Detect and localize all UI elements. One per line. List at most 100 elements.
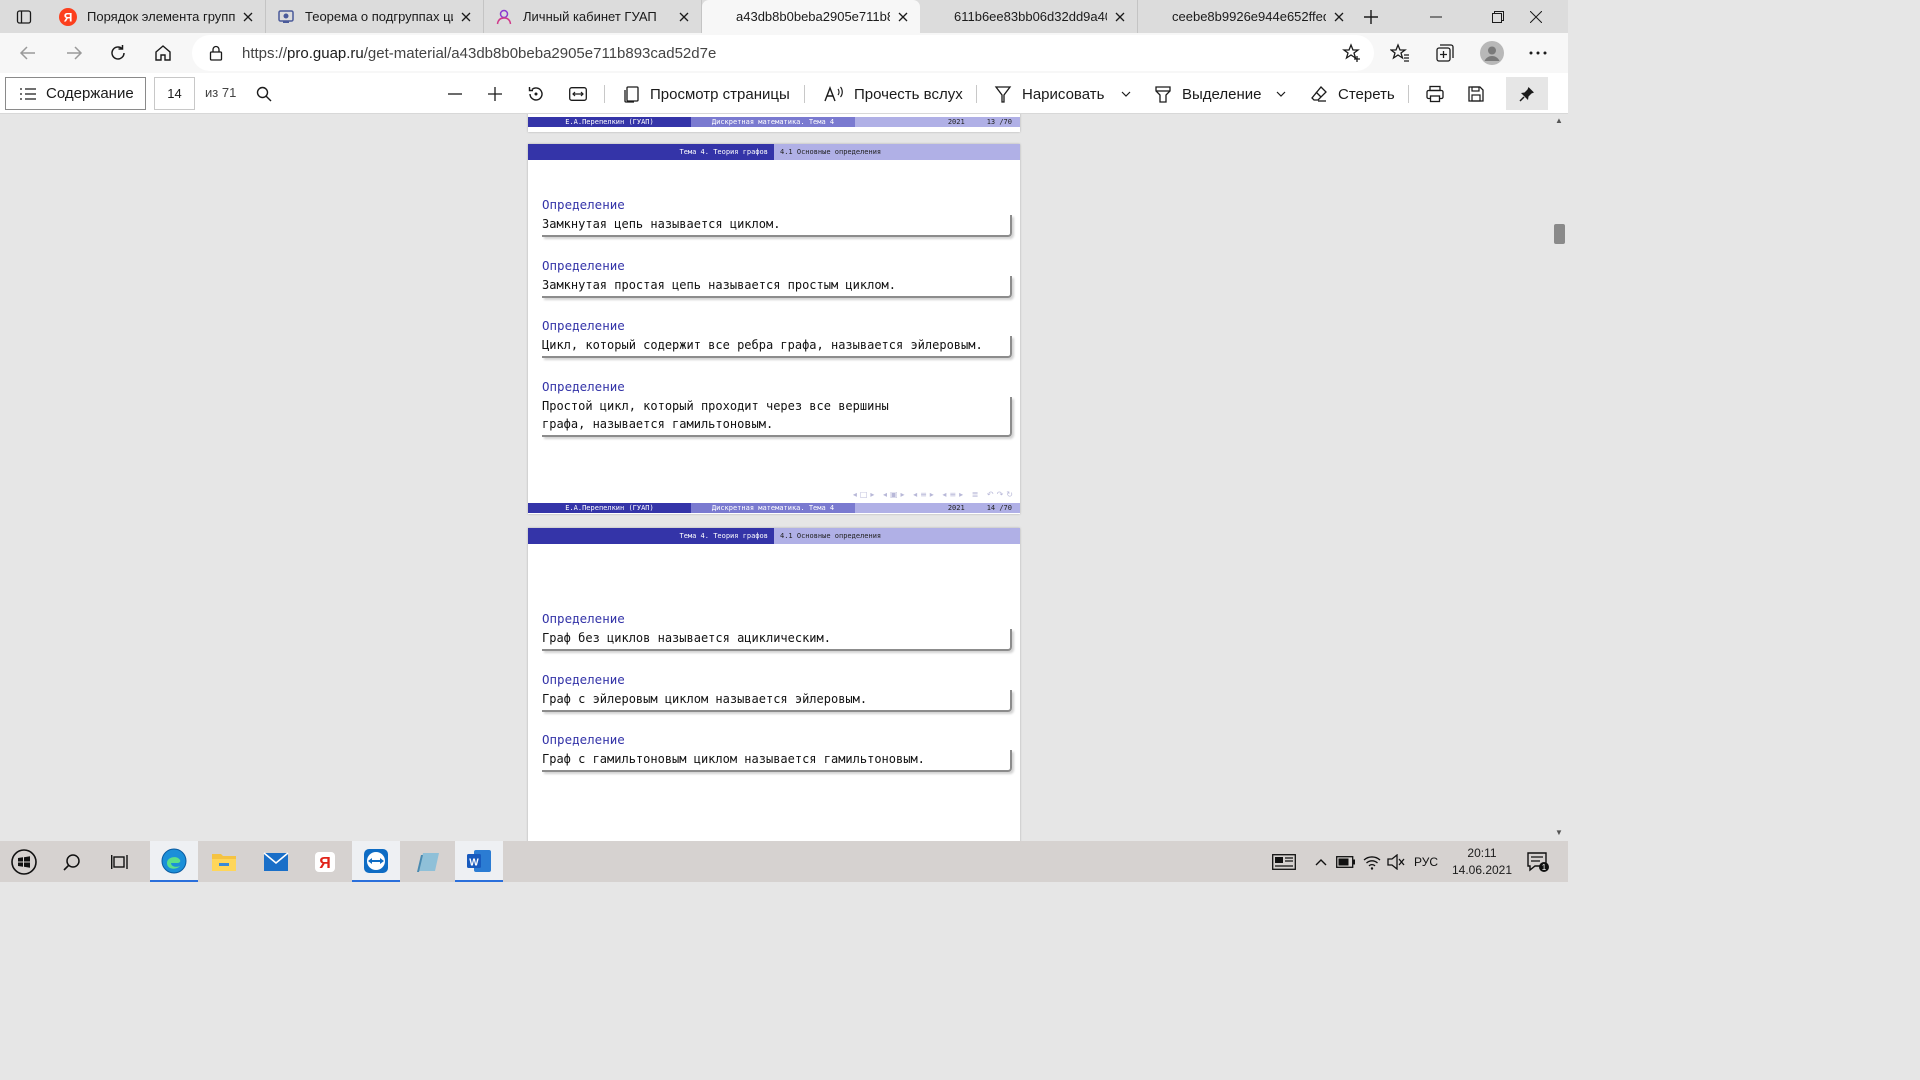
print-button[interactable] — [1421, 80, 1449, 108]
toolbar-divider — [804, 85, 805, 103]
definition-title: Определение — [542, 197, 625, 212]
favorites-button[interactable] — [1384, 37, 1416, 69]
scroll-down-arrow-icon[interactable]: ▼ — [1554, 828, 1564, 838]
taskbar-edge[interactable] — [150, 841, 198, 882]
pdf-viewer[interactable]: Е.А.Перепелкин (ГУАП) Дискретная математ… — [0, 114, 1568, 841]
definition-title: Определение — [542, 258, 625, 273]
zoom-out-button[interactable] — [441, 80, 469, 108]
svg-text:Я: Я — [64, 10, 73, 24]
save-button[interactable] — [1462, 80, 1490, 108]
fit-page-button[interactable] — [564, 80, 592, 108]
read-aloud-icon — [824, 86, 843, 102]
close-tab-icon[interactable] — [453, 4, 479, 30]
refresh-icon — [111, 45, 125, 60]
highlight-button[interactable]: Выделение — [1154, 80, 1261, 108]
network-button[interactable] — [1360, 841, 1384, 882]
chevron-up-icon — [1315, 858, 1327, 865]
notes-app-icon — [417, 852, 439, 872]
rotate-button[interactable] — [522, 80, 550, 108]
taskbar-word[interactable]: W — [455, 841, 503, 882]
draw-button[interactable]: Нарисовать — [994, 80, 1104, 108]
forward-button[interactable] — [58, 37, 90, 69]
yandex-icon: Я — [58, 7, 78, 27]
taskbar-file-explorer[interactable] — [200, 841, 248, 882]
new-tab-button[interactable] — [1356, 0, 1386, 33]
definition-block: Определение Граф без циклов называется а… — [542, 609, 1012, 651]
footer-year-page: 2021 13 /70 — [855, 117, 1020, 127]
highlight-label: Выделение — [1182, 85, 1262, 103]
volume-button[interactable] — [1384, 841, 1408, 882]
tab-title: a43db8b0beba2905e711b8 — [736, 9, 890, 24]
scrollbar-thumb[interactable] — [1554, 224, 1565, 244]
taskbar-teamviewer[interactable] — [352, 841, 400, 882]
search-button[interactable] — [250, 80, 278, 108]
minimize-button[interactable] — [1404, 0, 1468, 33]
url-field[interactable]: https://pro.guap.ru/get-material/a43db8b… — [192, 35, 1374, 71]
header-subsection: 4.1 Основные определения — [774, 528, 1020, 544]
favorites-icon — [1390, 43, 1409, 62]
show-hidden-icons-button[interactable] — [1310, 841, 1332, 882]
pen-icon — [994, 86, 1012, 103]
folder-icon — [212, 853, 236, 871]
search-taskbar-button[interactable] — [48, 841, 96, 882]
close-tab-icon[interactable] — [1326, 4, 1352, 30]
notifications-button[interactable]: 1 — [1520, 841, 1556, 882]
refresh-button[interactable] — [102, 37, 134, 69]
action-center-news-button[interactable] — [1266, 841, 1302, 882]
lock-icon[interactable] — [206, 43, 226, 63]
tab-title: Порядок элемента группы — [87, 9, 235, 24]
definition-text: Простой цикл, который проходит через все… — [542, 397, 1012, 437]
back-button[interactable] — [12, 37, 44, 69]
tab-theorem[interactable]: Теорема о подгруппах цик — [266, 0, 484, 33]
toolbar-divider — [1408, 85, 1409, 103]
vertical-scrollbar[interactable]: ▲ ▼ — [1550, 114, 1568, 841]
language-indicator[interactable]: РУС — [1410, 841, 1442, 882]
tab-yandex[interactable]: Я Порядок элемента группы — [48, 0, 266, 33]
start-button[interactable] — [0, 841, 48, 882]
close-tab-icon[interactable] — [671, 4, 697, 30]
teamviewer-icon — [364, 848, 388, 873]
tab-actions-button[interactable] — [0, 0, 48, 33]
home-button[interactable] — [147, 37, 179, 69]
draw-options-dropdown[interactable] — [1112, 80, 1140, 108]
definition-block: Определение Простой цикл, который проход… — [542, 377, 1012, 437]
tab-cabinet[interactable]: Личный кабинет ГУАП — [484, 0, 702, 33]
pin-toolbar-button[interactable] — [1506, 77, 1548, 110]
page-view-button[interactable]: Просмотр страницы — [622, 80, 790, 108]
close-window-button[interactable] — [1504, 0, 1568, 33]
taskbar-app-notes[interactable] — [404, 841, 452, 882]
home-icon — [155, 45, 171, 61]
pin-icon — [1519, 86, 1534, 102]
table-of-contents-button[interactable]: Содержание — [5, 77, 146, 110]
highlight-options-dropdown[interactable] — [1267, 80, 1295, 108]
scroll-up-arrow-icon[interactable]: ▲ — [1554, 116, 1564, 126]
tab-title: 611b6ee83bb06d32dd9a40 — [954, 9, 1107, 24]
tab-pdf-3[interactable]: ceebe8b9926e944e652ffed — [1138, 0, 1356, 33]
zoom-in-button[interactable] — [481, 80, 509, 108]
taskbar-mail[interactable] — [252, 841, 300, 882]
clock[interactable]: 20:11 14.06.2021 — [1440, 845, 1524, 879]
close-tab-icon[interactable] — [890, 4, 916, 30]
fit-width-icon — [569, 87, 587, 101]
definition-text: Замкнутая простая цепь называется просты… — [542, 276, 1012, 298]
settings-menu-button[interactable] — [1522, 37, 1554, 69]
wifi-icon — [1363, 855, 1381, 870]
battery-button[interactable] — [1334, 841, 1358, 882]
profile-button[interactable] — [1476, 37, 1508, 69]
tab-bar: Я Порядок элемента группы Теорема о подг… — [0, 0, 1568, 33]
taskbar-yandex-browser[interactable]: Я — [301, 841, 349, 882]
erase-button[interactable]: Стереть — [1310, 80, 1395, 108]
tab-active-pdf[interactable]: a43db8b0beba2905e711b8 — [702, 0, 920, 33]
task-view-button[interactable] — [97, 841, 145, 882]
search-icon — [256, 86, 272, 102]
add-favorite-button[interactable] — [1336, 37, 1368, 69]
collections-button[interactable] — [1429, 37, 1461, 69]
battery-icon — [1336, 855, 1355, 868]
close-tab-icon[interactable] — [1107, 4, 1133, 30]
read-aloud-button[interactable]: Прочесть вслух — [824, 80, 963, 108]
erase-label: Стереть — [1338, 85, 1395, 103]
header-section: Тема 4. Теория графов — [528, 528, 774, 544]
close-tab-icon[interactable] — [235, 4, 261, 30]
page-number-input[interactable]: 14 — [154, 77, 195, 110]
tab-pdf-2[interactable]: 611b6ee83bb06d32dd9a40 — [920, 0, 1138, 33]
